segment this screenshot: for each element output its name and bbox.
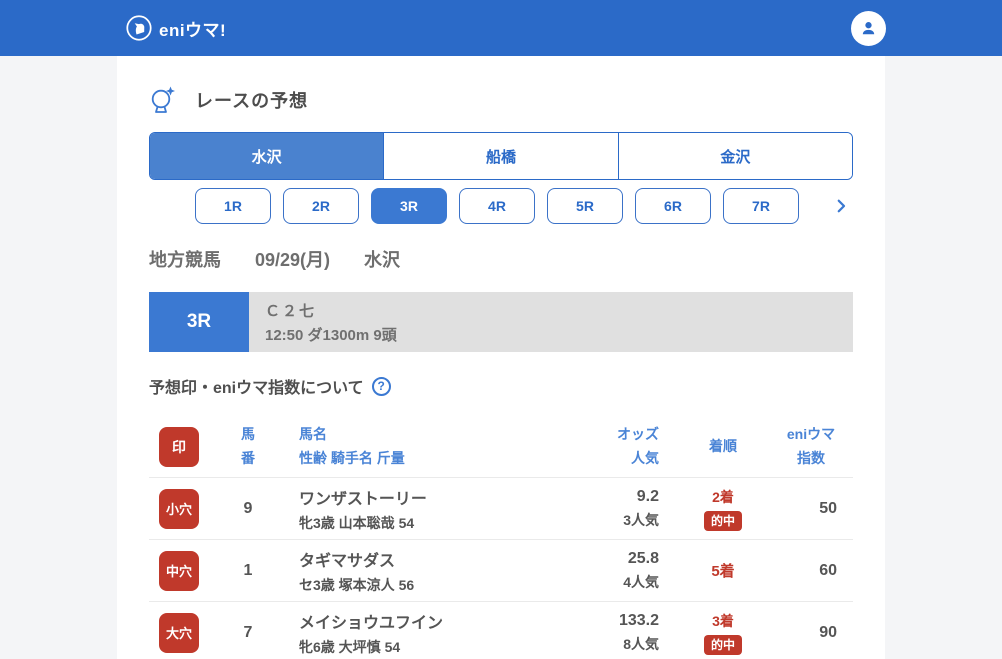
venue-tab-kanazawa[interactable]: 金沢 [617,133,852,179]
result-cell: 3着 的中 [677,611,769,655]
eniuma-index: 60 [819,561,837,579]
popularity: 3人気 [623,511,659,528]
mark-badge: 中穴 [159,550,199,591]
about-link-label: 予想印・eniウマ指数について [149,380,364,397]
race-next-button[interactable] [829,194,853,218]
race-info: Ｃ２七 12:50 ダ1300m 9頭 [249,292,853,352]
horse-info: メイショウユフイン 牝6歳 大坪慎 54 [283,609,559,657]
race-tab-4r[interactable]: 4R [459,188,535,224]
horse-number: 9 [243,499,253,517]
race-number-badge: 3R [149,292,249,352]
odds-value: 9.2 [636,487,659,505]
eniuma-index: 90 [819,623,837,641]
content-card: レースの予想 水沢 船橋 金沢 1R 2R 3R 4R 5R 6R 7R 地方競… [117,56,885,659]
venue-tab-funabashi[interactable]: 船橋 [383,133,618,179]
horse-name: ワンザストーリー [299,490,427,508]
horse-detail: セ3歳 塚本涼人 56 [299,576,415,593]
race-tab-7r[interactable]: 7R [723,188,799,224]
horse-logo-icon [126,15,152,41]
table-row[interactable]: 中穴 1 タギマサダス セ3歳 塚本涼人 56 25.8 4人気 5着 60 [149,540,853,602]
odds-value: 133.2 [618,611,659,629]
race-tab-5r[interactable]: 5R [547,188,623,224]
horse-name: メイショウユフイン [299,614,444,632]
about-link[interactable]: 予想印・eniウマ指数について ? [149,374,391,398]
app-header: eniウマ! [0,0,1002,56]
section-title-row: レースの予想 [149,84,853,116]
race-selector: 1R 2R 3R 4R 5R 6R 7R [149,188,853,224]
crystal-ball-icon [151,86,175,113]
odds-cell: 9.2 3人気 [559,488,677,530]
race-tab-1r[interactable]: 1R [195,188,271,224]
race-details: 12:50 ダ1300m 9頭 [265,326,397,344]
prediction-table: 印 馬 番 馬名 性齢 騎手名 斤量 オッズ 人気 着順 eniウマ 指数 小穴 [149,416,853,659]
race-meta: 地方競馬 09/29(月) 水沢 [149,246,853,272]
table-header-row: 印 馬 番 馬名 性齢 騎手名 斤量 オッズ 人気 着順 eniウマ 指数 [149,416,853,478]
table-row[interactable]: 小穴 9 ワンザストーリー 牝3歳 山本聡哉 54 9.2 3人気 2着 的中 … [149,478,853,540]
race-venue: 水沢 [364,250,401,270]
race-tab-6r[interactable]: 6R [635,188,711,224]
result-cell: 5着 [677,560,769,581]
col-header-odds: オッズ 人気 [617,425,659,466]
col-header-result: 着順 [709,437,737,454]
app-logo[interactable]: eniウマ! [126,15,226,41]
horse-number: 1 [243,561,253,579]
horse-detail: 牝6歳 大坪慎 54 [299,638,401,655]
mark-badge: 大穴 [159,612,199,653]
mark-column-badge: 印 [159,426,199,467]
result-place: 2着 [712,488,734,505]
page-title: レースの予想 [195,91,309,111]
app-logo-text: eniウマ! [159,20,227,40]
hit-badge: 的中 [703,634,742,655]
race-category: 地方競馬 [149,250,221,270]
result-place: 3着 [712,612,734,629]
col-header-horse-no: 馬 番 [241,425,255,466]
race-tab-3r[interactable]: 3R [371,188,447,224]
horse-info: タギマサダス セ3歳 塚本涼人 56 [283,547,559,595]
table-row[interactable]: 大穴 7 メイショウユフイン 牝6歳 大坪慎 54 133.2 8人気 3着 的… [149,602,853,659]
venue-tabs: 水沢 船橋 金沢 [149,132,853,180]
race-banner: 3R Ｃ２七 12:50 ダ1300m 9頭 [149,292,853,352]
horse-detail: 牝3歳 山本聡哉 54 [299,514,415,531]
race-tab-2r[interactable]: 2R [283,188,359,224]
popularity: 4人気 [623,573,659,590]
question-icon[interactable]: ? [371,376,391,396]
eniuma-index: 50 [819,499,837,517]
race-class: Ｃ２七 [265,302,317,320]
result-place: 5着 [711,563,735,580]
col-header-horse-info: 馬名 性齢 騎手名 斤量 [299,425,405,466]
col-header-index: eniウマ 指数 [786,425,836,466]
odds-cell: 25.8 4人気 [559,550,677,592]
horse-name: タギマサダス [299,552,396,570]
mark-badge: 小穴 [159,488,199,529]
user-icon [862,21,875,34]
odds-cell: 133.2 8人気 [559,612,677,654]
user-avatar-button[interactable] [851,10,886,46]
chevron-right-icon [837,199,846,213]
horse-number: 7 [243,623,253,641]
odds-value: 25.8 [627,549,659,567]
result-cell: 2着 的中 [677,487,769,531]
venue-tab-mizusawa[interactable]: 水沢 [150,133,384,179]
popularity: 8人気 [623,635,659,652]
race-date: 09/29(月) [255,250,331,270]
hit-badge: 的中 [703,510,742,531]
horse-info: ワンザストーリー 牝3歳 山本聡哉 54 [283,485,559,533]
